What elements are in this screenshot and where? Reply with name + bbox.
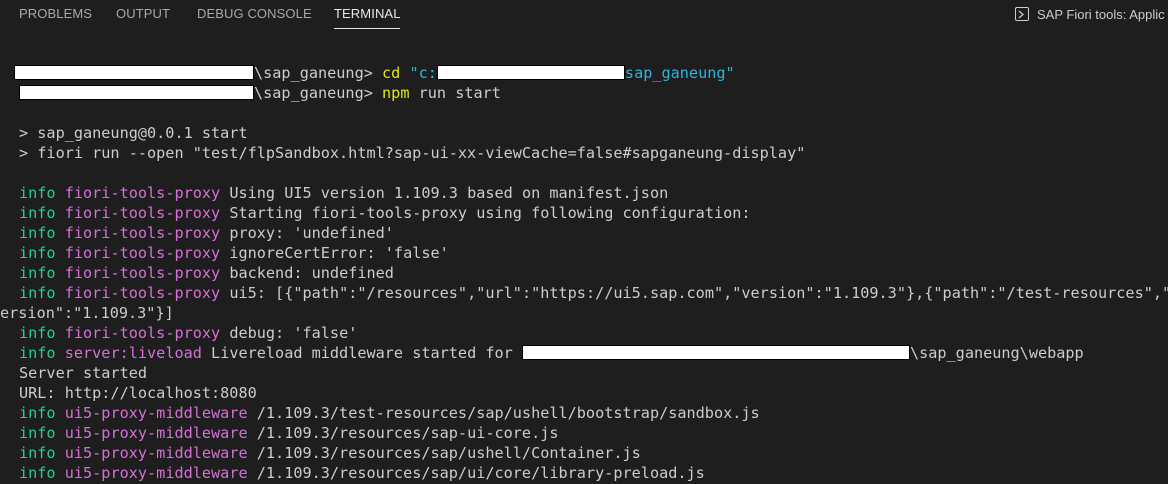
log-source: fiori-tools-proxy <box>64 184 221 202</box>
log-path-suffix: \sap_ganeung\webapp <box>909 344 1084 362</box>
url-line[interactable]: URL: http://localhost:8080 <box>19 383 1168 403</box>
log-message: /1.109.3/test-resources/sap/ushell/boots… <box>256 404 760 422</box>
log-line: info fiori-tools-proxy debug: 'false' <box>19 323 1168 343</box>
terminal-selector-label: SAP Fiori tools: Applic <box>1037 6 1165 22</box>
log-source: fiori-tools-proxy <box>64 244 221 262</box>
log-level: info <box>19 284 56 302</box>
log-source: server:liveload <box>64 344 202 362</box>
log-message: /1.109.3/resources/sap/ushell/Container.… <box>256 444 641 462</box>
log-line: info fiori-tools-proxy Using UI5 version… <box>19 183 1168 203</box>
terminal-panel: PROBLEMS OUTPUT DEBUG CONSOLE TERMINAL S… <box>0 0 1168 484</box>
terminal-icon <box>1015 7 1029 21</box>
log-line: info server:liveload Livereload middlewa… <box>19 343 1168 363</box>
log-message: /1.109.3/resources/sap-ui-core.js <box>256 424 559 442</box>
script-line: > sap_ganeung@0.0.1 start <box>19 124 248 142</box>
command: npm <box>382 84 410 102</box>
terminal-output[interactable]: \sap_ganeung> cd "c: sap_ganeung" \sap_ga… <box>0 63 1168 483</box>
log-source: fiori-tools-proxy <box>64 204 221 222</box>
log-level: info <box>19 204 56 222</box>
panel-tab-bar: PROBLEMS OUTPUT DEBUG CONSOLE TERMINAL S… <box>0 0 1168 34</box>
tab-terminal[interactable]: TERMINAL <box>334 6 401 21</box>
redacted-path <box>436 65 625 80</box>
log-source: ui5-proxy-middleware <box>64 424 248 442</box>
log-line: info ui5-proxy-middleware /1.109.3/resou… <box>19 463 1168 483</box>
log-source: fiori-tools-proxy <box>64 324 221 342</box>
log-line: info ui5-proxy-middleware /1.109.3/resou… <box>19 443 1168 463</box>
script-line: > fiori run --open "test/flpSandbox.html… <box>19 144 806 162</box>
log-level: info <box>19 344 56 362</box>
log-level: info <box>19 184 56 202</box>
log-source: ui5-proxy-middleware <box>64 404 248 422</box>
log-line: info fiori-tools-proxy proxy: 'undefined… <box>19 223 1168 243</box>
log-message: ignoreCertError: 'false' <box>229 244 449 262</box>
log-level: info <box>19 244 56 262</box>
log-message: Using UI5 version 1.109.3 based on manif… <box>229 184 669 202</box>
log-line: info ui5-proxy-middleware /1.109.3/test-… <box>19 403 1168 423</box>
log-level: info <box>19 224 56 242</box>
prompt-line-cd: \sap_ganeung> cd "c: sap_ganeung" <box>14 63 1168 83</box>
log-level: info <box>19 424 56 442</box>
command-arg-prefix: "c: <box>409 64 437 82</box>
log-line: info fiori-tools-proxy backend: undefine… <box>19 263 1168 283</box>
command-args: run start <box>418 84 501 102</box>
terminal-selector[interactable]: SAP Fiori tools: Applic <box>1015 4 1165 24</box>
log-message: /1.109.3/resources/sap/ui/core/library-p… <box>256 464 705 482</box>
redacted-path <box>521 345 910 360</box>
log-source: fiori-tools-proxy <box>64 224 221 242</box>
active-tab-indicator <box>334 28 400 29</box>
tab-output[interactable]: OUTPUT <box>116 6 170 21</box>
log-level: info <box>19 444 56 462</box>
log-source: fiori-tools-proxy <box>64 264 221 282</box>
command-arg-suffix: sap_ganeung" <box>624 64 735 82</box>
log-message: debug: 'false' <box>229 324 358 342</box>
wrapped-line: ersion":"1.109.3"}] <box>0 304 174 322</box>
redacted-path <box>14 65 254 80</box>
log-message: ui5: [{"path":"/resources","url":"https:… <box>229 284 1168 302</box>
log-line: info ui5-proxy-middleware /1.109.3/resou… <box>19 423 1168 443</box>
log-level: info <box>19 464 56 482</box>
redacted-path <box>19 85 254 100</box>
log-message: backend: undefined <box>229 264 394 282</box>
log-source: fiori-tools-proxy <box>64 284 221 302</box>
log-message: Starting fiori-tools-proxy using followi… <box>229 204 751 222</box>
status-line: Server started <box>19 364 148 382</box>
log-line: info fiori-tools-proxy Starting fiori-to… <box>19 203 1168 223</box>
tab-debug-console[interactable]: DEBUG CONSOLE <box>197 6 312 21</box>
prompt-line-npm: \sap_ganeung> npm run start <box>19 83 1168 103</box>
log-line: info fiori-tools-proxy ui5: [{"path":"/r… <box>19 283 1168 303</box>
log-level: info <box>19 324 56 342</box>
log-message: proxy: 'undefined' <box>229 224 394 242</box>
tab-problems[interactable]: PROBLEMS <box>19 6 92 21</box>
log-message: Livereload middleware started for <box>211 344 513 362</box>
prompt-dir: \sap_ganeung> <box>254 84 373 102</box>
log-level: info <box>19 404 56 422</box>
command: cd <box>382 64 401 82</box>
prompt-dir: \sap_ganeung> <box>254 64 373 82</box>
log-source: ui5-proxy-middleware <box>64 444 248 462</box>
log-level: info <box>19 264 56 282</box>
log-line: info fiori-tools-proxy ignoreCertError: … <box>19 243 1168 263</box>
log-source: ui5-proxy-middleware <box>64 464 248 482</box>
